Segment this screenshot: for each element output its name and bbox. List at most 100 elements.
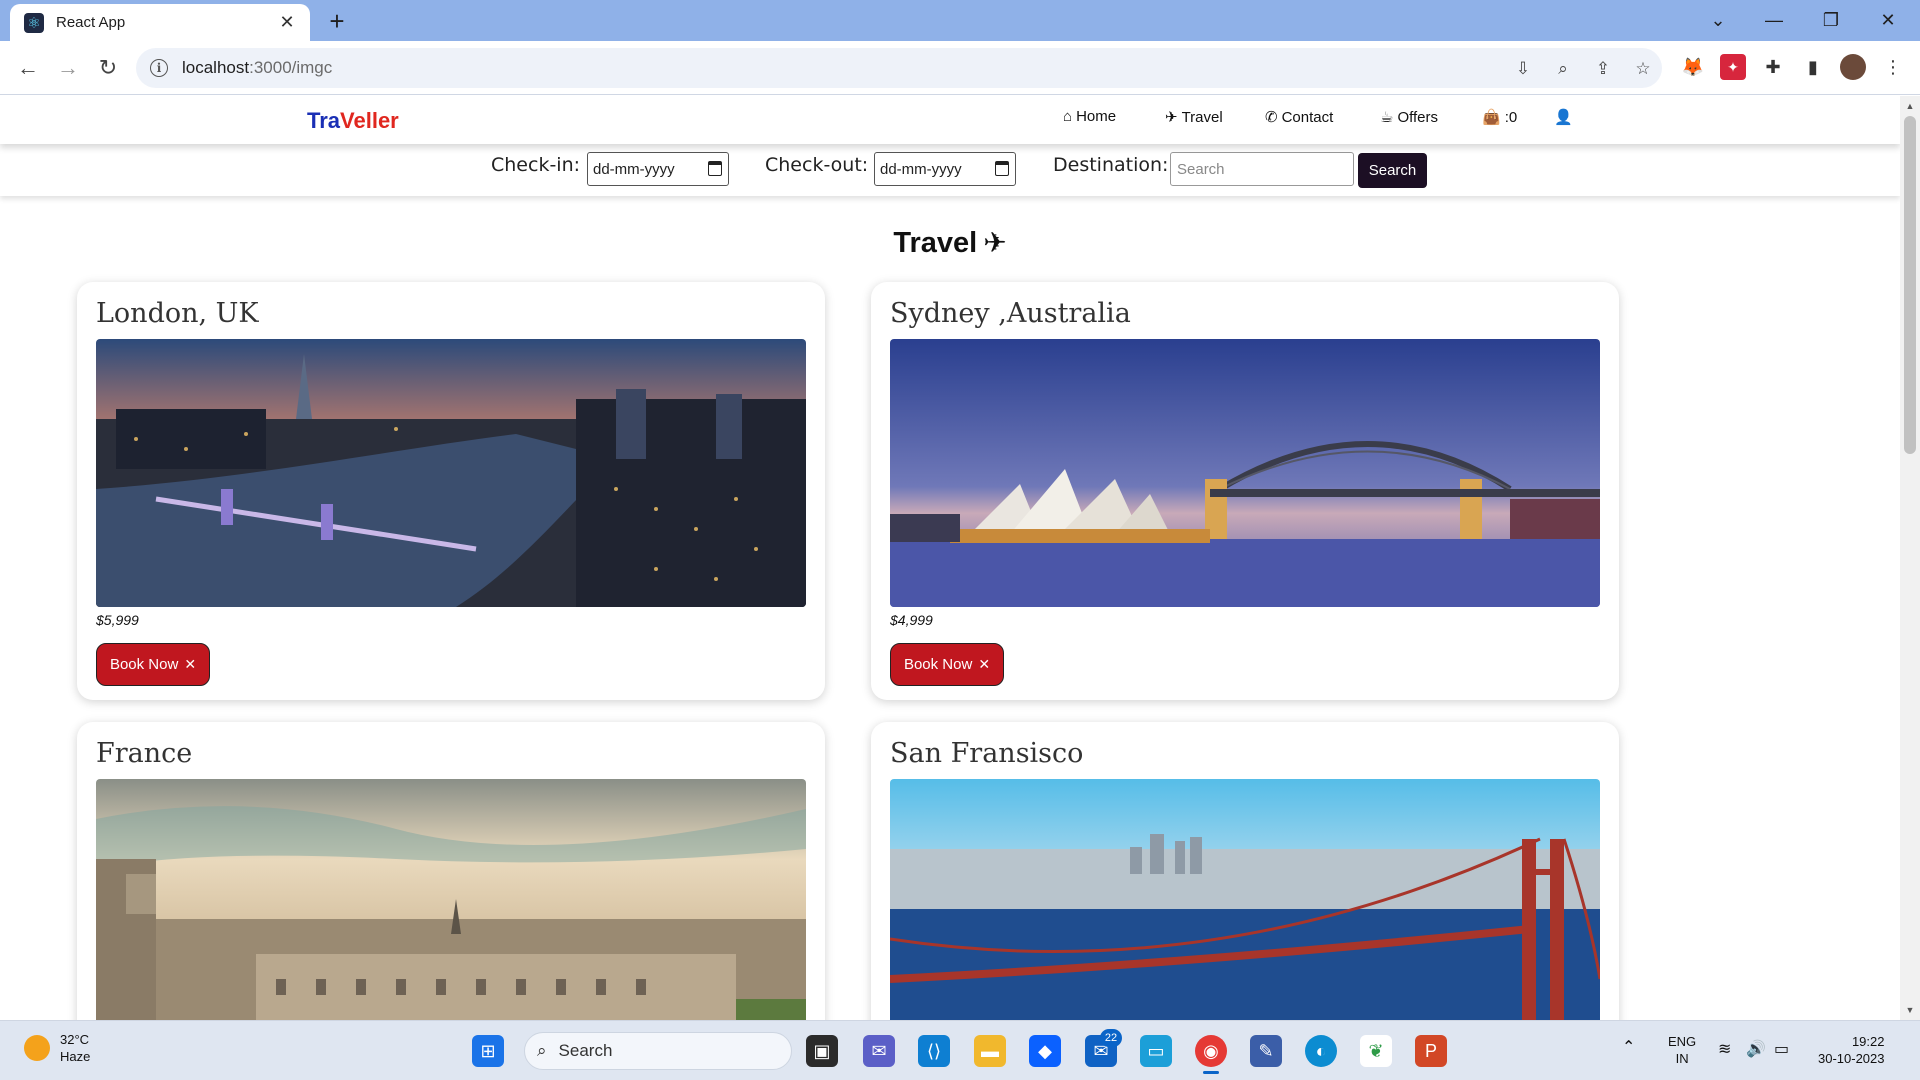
- wifi-icon[interactable]: ≋: [1718, 1041, 1731, 1058]
- brand-part2: Veller: [340, 108, 399, 133]
- checkout-date-value: dd-mm-yyyy: [880, 160, 962, 178]
- tray-overflow-chevron-icon[interactable]: ⌃: [1622, 1039, 1635, 1056]
- destination-search-input[interactable]: Search: [1170, 152, 1354, 186]
- tab-close-icon[interactable]: ✕: [276, 12, 298, 33]
- clock[interactable]: 19:22 30-10-2023: [1818, 1033, 1885, 1067]
- destination-card-london: London, UK $5,999 Book Now ✕: [77, 282, 825, 700]
- url-host: localhost: [182, 58, 250, 77]
- book-now-button[interactable]: Book Now ✕: [96, 643, 210, 686]
- scroll-up-icon[interactable]: ▲: [1900, 98, 1920, 114]
- calendar-icon[interactable]: [708, 161, 722, 176]
- language-indicator[interactable]: ENG IN: [1668, 1033, 1696, 1067]
- mongodb-icon[interactable]: ❦: [1360, 1035, 1392, 1067]
- browser-menu-icon[interactable]: ⋮: [1880, 54, 1906, 80]
- clock-time: 19:22: [1851, 1034, 1885, 1049]
- page-viewport: TraVeller ⌂ Home ✈ Travel ✆ Contact ☕ Of…: [0, 96, 1900, 1020]
- remote-desktop-icon[interactable]: ▭: [1140, 1035, 1172, 1067]
- checkin-date-input[interactable]: dd-mm-yyyy: [587, 152, 729, 186]
- nav-offers[interactable]: ☕ Offers: [1380, 108, 1439, 127]
- brand-part1: Tra: [307, 108, 341, 133]
- checkout-label: Check-out:: [765, 154, 869, 176]
- extensions-puzzle-icon[interactable]: ✚: [1760, 54, 1786, 80]
- checkin-date-value: dd-mm-yyyy: [593, 160, 675, 178]
- dropbox-icon[interactable]: ◆: [1029, 1035, 1061, 1067]
- sydney-opera-house-image: [890, 339, 1600, 607]
- checkin-label: Check-in:: [491, 154, 581, 176]
- restore-icon[interactable]: ❐: [1803, 0, 1859, 41]
- home-icon: ⌂: [1063, 108, 1073, 125]
- red-extension-icon[interactable]: ✦: [1720, 54, 1746, 80]
- nav-cart[interactable]: 👜 :0: [1482, 108, 1518, 127]
- edge-icon[interactable]: ◐: [1305, 1035, 1337, 1067]
- cart-count: :0: [1504, 108, 1518, 126]
- nav-offers-label: Offers: [1397, 108, 1439, 126]
- calendar-icon[interactable]: [995, 161, 1009, 176]
- back-icon[interactable]: ←: [12, 52, 44, 84]
- coffee-icon: ☕: [1380, 109, 1394, 126]
- browser-tab-strip: ⚛ React App ✕ + ⌄ — ❐ ✕: [0, 0, 1920, 41]
- volume-icon[interactable]: 🔊: [1746, 1041, 1766, 1058]
- side-panel-icon[interactable]: ▮: [1800, 54, 1826, 80]
- scrollbar-thumb[interactable]: [1904, 116, 1916, 454]
- file-explorer-icon[interactable]: ▬: [974, 1035, 1006, 1067]
- book-now-button[interactable]: Book Now ✕: [890, 643, 1004, 686]
- card-title: London, UK: [96, 298, 259, 329]
- zoom-icon[interactable]: ⌕: [1552, 58, 1574, 80]
- browser-tab[interactable]: ⚛ React App ✕: [10, 4, 310, 41]
- install-app-icon[interactable]: ⇩: [1512, 58, 1534, 80]
- powerpoint-icon[interactable]: P: [1415, 1035, 1447, 1067]
- user-icon: 👤: [1554, 109, 1573, 126]
- battery-icon[interactable]: ▭: [1774, 1041, 1789, 1058]
- nav-travel[interactable]: ✈ Travel: [1165, 108, 1223, 127]
- forward-icon[interactable]: →: [52, 52, 84, 84]
- app-icon[interactable]: ✎: [1250, 1035, 1282, 1067]
- address-bar[interactable]: i localhost:3000/imgc ⇩ ⌕ ⇪ ☆: [136, 48, 1662, 88]
- taskbar-search[interactable]: ⌕ Search: [524, 1032, 792, 1070]
- vscode-icon[interactable]: ⟨⟩: [918, 1035, 950, 1067]
- teams-chat-icon[interactable]: ✉: [863, 1035, 895, 1067]
- url-path: :3000/imgc: [249, 58, 333, 77]
- windows-taskbar: 32°C Haze ⊞ ⌕ Search ▣ ✉ ⟨⟩ ▬ ◆ ✉ 22 ▭ ◉…: [0, 1020, 1920, 1080]
- reload-icon[interactable]: ↻: [92, 52, 124, 84]
- tab-title: React App: [56, 14, 126, 31]
- minimize-icon[interactable]: —: [1746, 0, 1802, 41]
- page-scrollbar[interactable]: ▲ ▼: [1900, 96, 1920, 1020]
- brand-logo[interactable]: TraVeller: [307, 108, 399, 134]
- chrome-active-indicator: [1203, 1071, 1219, 1074]
- share-icon[interactable]: ⇪: [1592, 58, 1614, 80]
- plane-icon: ✈: [1165, 109, 1178, 126]
- chrome-icon[interactable]: ◉: [1195, 1035, 1227, 1067]
- paris-cityscape-image: [96, 779, 806, 1020]
- search-button[interactable]: Search: [1358, 153, 1427, 188]
- site-navbar: TraVeller ⌂ Home ✈ Travel ✆ Contact ☕ Of…: [0, 96, 1900, 144]
- nav-home[interactable]: ⌂ Home: [1063, 108, 1116, 125]
- book-now-label: Book Now: [109, 656, 179, 673]
- book-now-label: Book Now: [903, 656, 973, 673]
- profile-avatar[interactable]: [1840, 54, 1866, 80]
- booking-search-bar: Check-in: dd-mm-yyyy Check-out: dd-mm-yy…: [0, 144, 1900, 196]
- card-title: Sydney ,Australia: [890, 298, 1131, 329]
- new-tab-icon[interactable]: +: [322, 6, 352, 36]
- nav-contact[interactable]: ✆ Contact: [1265, 108, 1333, 127]
- section-title-text: Travel: [893, 227, 978, 259]
- scroll-down-icon[interactable]: ▼: [1900, 1002, 1920, 1018]
- browser-toolbar: ← → ↻ i localhost:3000/imgc ⇩ ⌕ ⇪ ☆ 🦊 ✦ …: [0, 41, 1920, 95]
- close-x-icon: ✕: [978, 656, 991, 672]
- tab-search-chevron-icon[interactable]: ⌄: [1690, 0, 1746, 41]
- bookmark-star-icon[interactable]: ☆: [1632, 58, 1654, 80]
- site-info-icon[interactable]: i: [150, 59, 168, 77]
- destination-card-france: France: [77, 722, 825, 1020]
- search-icon: ⌕: [537, 1041, 547, 1060]
- destination-placeholder: Search: [1177, 160, 1225, 178]
- card-price: $5,999: [96, 612, 139, 628]
- nav-travel-label: Travel: [1181, 108, 1223, 126]
- nav-user[interactable]: 👤: [1554, 108, 1573, 126]
- weather-widget[interactable]: 32°C Haze: [24, 1031, 90, 1065]
- card-title: France: [96, 738, 193, 769]
- windows-start-icon[interactable]: ⊞: [472, 1035, 504, 1067]
- window-close-icon[interactable]: ✕: [1860, 0, 1916, 41]
- task-view-icon[interactable]: ▣: [806, 1035, 838, 1067]
- metamask-extension-icon[interactable]: 🦊: [1680, 54, 1706, 80]
- phone-icon: ✆: [1265, 109, 1278, 126]
- checkout-date-input[interactable]: dd-mm-yyyy: [874, 152, 1016, 186]
